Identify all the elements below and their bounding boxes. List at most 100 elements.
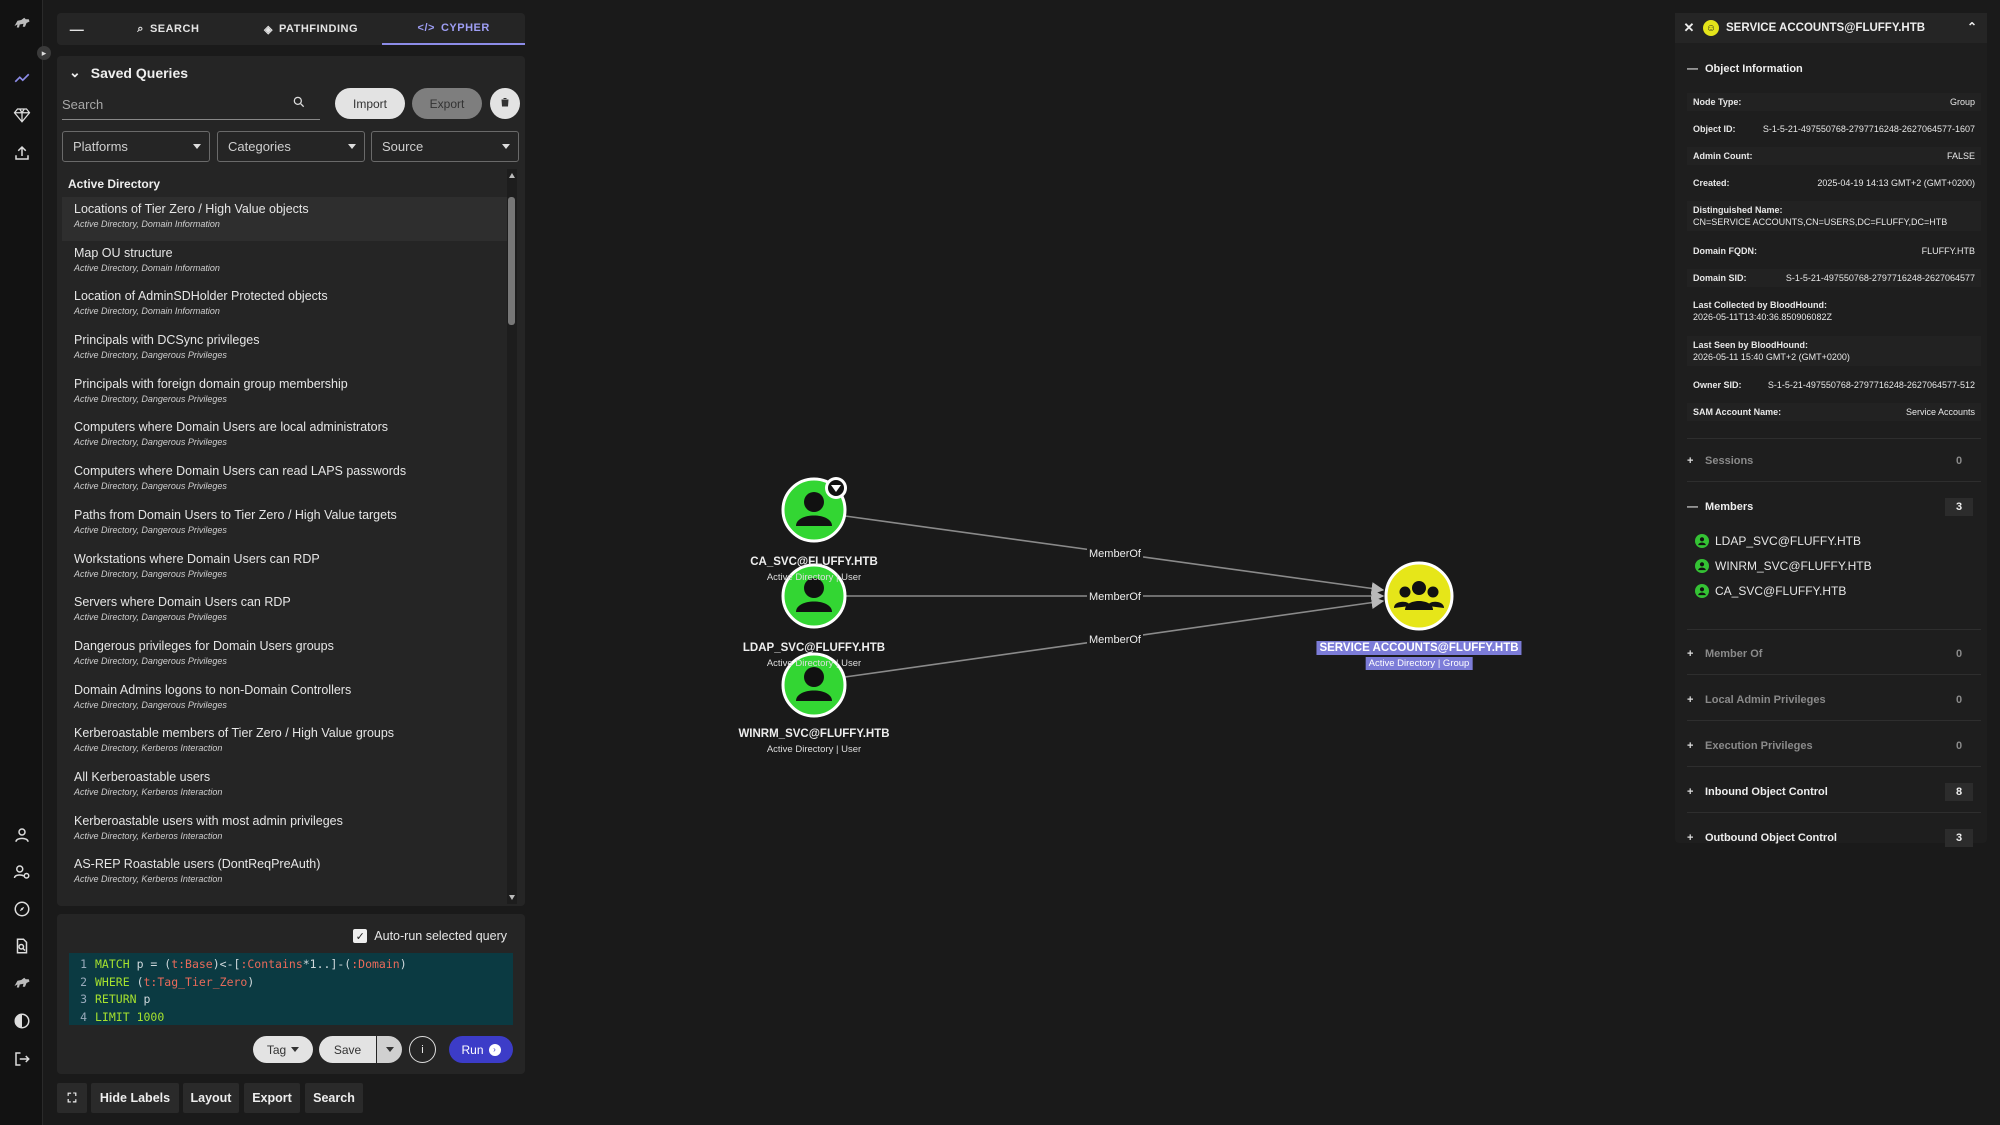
export-graph-button[interactable]: Export — [244, 1083, 300, 1113]
section-label: Member Of — [1705, 648, 1763, 660]
saved-query-item[interactable]: Domain Admins logons to non-Domain Contr… — [62, 678, 508, 722]
saved-query-item[interactable]: All Kerberoastable users Active Directory… — [62, 765, 508, 809]
section-outbound-object-control[interactable]: + Outbound Object Control 3 — [1675, 824, 1987, 852]
export-button[interactable]: Export — [412, 88, 482, 119]
graph-node-ca-svc[interactable] — [781, 477, 847, 543]
section-member-of[interactable]: + Member Of 0 — [1675, 640, 1987, 668]
property-value: S-1-5-21-497550768-2797716248-2627064577 — [1785, 273, 1975, 283]
saved-query-title: Computers where Domain Users are local a… — [74, 420, 389, 435]
tab-search[interactable]: ⌕ SEARCH — [97, 13, 240, 45]
run-button[interactable]: Run › — [449, 1036, 513, 1063]
search-icon[interactable] — [292, 95, 310, 114]
property-value: 2026-05-11T13:40:36.850906082Z — [1693, 312, 1832, 322]
caret-down-icon — [502, 144, 510, 149]
caret-down-icon — [193, 144, 201, 149]
object-information-header[interactable]: — Object Information — [1675, 55, 1987, 83]
member-item[interactable]: CA_SVC@FLUFFY.HTB — [1695, 584, 1846, 598]
saved-query-item[interactable]: Principals with DCSync privileges Active … — [62, 328, 508, 372]
section-inbound-object-control[interactable]: + Inbound Object Control 8 — [1675, 778, 1987, 806]
section-count: 0 — [1955, 648, 1963, 660]
bloodhound-icon[interactable] — [7, 968, 37, 998]
saved-query-item[interactable]: Computers where Domain Users can read LA… — [62, 459, 508, 503]
chevron-up-icon[interactable]: ⌃ — [1967, 20, 1977, 34]
search-document-icon[interactable] — [7, 931, 37, 961]
trash-icon — [499, 96, 511, 111]
property-row: Domain SID: S-1-5-21-497550768-2797716248… — [1687, 269, 1981, 287]
section-execution-privileges[interactable]: + Execution Privileges 0 — [1675, 732, 1987, 760]
close-icon[interactable]: ✕ — [1675, 20, 1703, 36]
play-icon: › — [488, 1043, 501, 1056]
query-search-input[interactable] — [62, 97, 292, 112]
hide-labels-button[interactable]: Hide Labels — [91, 1083, 179, 1113]
query-group-title: Active Directory — [68, 177, 161, 191]
edge-label-memberof: MemberOf — [1087, 591, 1143, 603]
section-sessions[interactable]: + Sessions 0 — [1675, 447, 1987, 475]
cypher-editor-panel: ✓ Auto-run selected query 1 MATCH p = (t… — [57, 914, 525, 1074]
divider — [1687, 674, 1981, 675]
tab-pathfinding[interactable]: ◈ PATHFINDING — [240, 13, 383, 45]
theme-toggle-icon[interactable] — [7, 1006, 37, 1036]
member-item[interactable]: WINRM_SVC@FLUFFY.HTB — [1695, 559, 1872, 573]
autorun-checkbox[interactable]: ✓ Auto-run selected query — [353, 929, 507, 943]
user-icon[interactable] — [7, 820, 37, 850]
cypher-code-editor[interactable]: 1 MATCH p = (t:Base)<-[:Contains*1..]-(:… — [69, 953, 513, 1025]
gem-icon[interactable] — [7, 100, 37, 130]
import-button[interactable]: Import — [335, 88, 405, 119]
user-settings-icon[interactable] — [7, 857, 37, 887]
saved-query-item[interactable]: Locations of Tier Zero / High Value obje… — [62, 197, 508, 241]
saved-query-category: Active Directory, Dangerous Privileges — [74, 524, 227, 535]
saved-query-item[interactable]: Computers where Domain Users are local a… — [62, 415, 508, 459]
query-list-scrollbar[interactable] — [507, 169, 517, 904]
saved-query-item[interactable]: Dangerous privileges for Domain Users gr… — [62, 634, 508, 678]
saved-query-item[interactable]: Paths from Domain Users to Tier Zero / H… — [62, 503, 508, 547]
collapse-panel-button[interactable]: — — [57, 13, 97, 45]
expand-nav-icon[interactable]: ▸ — [37, 46, 51, 60]
tag-button[interactable]: Tag — [253, 1036, 313, 1063]
saved-query-item[interactable]: Location of AdminSDHolder Protected obje… — [62, 284, 508, 328]
platforms-filter[interactable]: Platforms — [62, 131, 210, 162]
divider — [1687, 438, 1981, 439]
logout-icon[interactable] — [7, 1044, 37, 1074]
code-icon: </> — [417, 22, 435, 34]
scroll-up-icon[interactable] — [509, 173, 515, 178]
bloodhound-logo-icon[interactable] — [7, 8, 37, 38]
source-filter[interactable]: Source — [371, 131, 519, 162]
minus-icon: — — [1687, 501, 1698, 513]
scroll-down-icon[interactable] — [509, 895, 515, 900]
save-button[interactable]: Save — [319, 1036, 376, 1063]
saved-queries-header[interactable]: ⌄ Saved Queries — [69, 64, 188, 81]
saved-query-item[interactable]: Kerberoastable members of Tier Zero / Hi… — [62, 721, 508, 765]
code-line: 1 MATCH p = (t:Base)<-[:Contains*1..]-(:… — [69, 955, 513, 973]
info-icon[interactable]: i — [409, 1036, 436, 1063]
section-members[interactable]: — Members 3 — [1675, 493, 1987, 521]
saved-query-title: Map OU structure — [74, 245, 173, 260]
saved-query-item[interactable]: Kerberoastable users with most admin pri… — [62, 809, 508, 853]
compass-icon[interactable] — [7, 894, 37, 924]
node-label-ca-svc: CA_SVC@FLUFFY.HTB — [750, 556, 878, 568]
crop-icon[interactable]: ⛶ — [57, 1083, 87, 1113]
saved-query-item[interactable]: Workstations where Domain Users can RDP A… — [62, 547, 508, 591]
categories-filter[interactable]: Categories — [217, 131, 365, 162]
saved-query-item[interactable]: AS-REP Roastable users (DontReqPreAuth) A… — [62, 852, 508, 896]
tab-cypher[interactable]: </> CYPHER — [382, 13, 526, 45]
save-options-button[interactable] — [377, 1036, 402, 1063]
scrollbar-thumb[interactable] — [508, 197, 515, 325]
saved-query-item[interactable]: Principals with foreign domain group mem… — [62, 372, 508, 416]
graph-search-button[interactable]: Search — [305, 1083, 363, 1113]
saved-query-item[interactable]: Servers where Domain Users can RDP Active… — [62, 590, 508, 634]
property-key: Last Seen by BloodHound: — [1693, 340, 1809, 350]
upload-icon[interactable] — [7, 138, 37, 168]
graph-node-service-accounts[interactable] — [1384, 561, 1454, 631]
saved-query-item[interactable]: Map OU structure Active Directory, Domain… — [62, 241, 508, 285]
checkbox-checked-icon[interactable]: ✓ — [353, 929, 368, 943]
autorun-label: Auto-run selected query — [374, 929, 507, 943]
user-icon — [1695, 559, 1709, 573]
explore-trend-icon[interactable] — [7, 63, 37, 93]
search-icon: ⌕ — [137, 22, 144, 35]
section-local-admin-privileges[interactable]: + Local Admin Privileges 0 — [1675, 686, 1987, 714]
layout-button[interactable]: Layout — [183, 1083, 239, 1113]
member-item[interactable]: LDAP_SVC@FLUFFY.HTB — [1695, 534, 1861, 548]
delete-button[interactable] — [490, 88, 520, 119]
saved-query-category: Active Directory, Dangerous Privileges — [74, 699, 227, 710]
property-row: Distinguished Name: CN=SERVICE ACCOUNTS,C… — [1687, 201, 1981, 231]
